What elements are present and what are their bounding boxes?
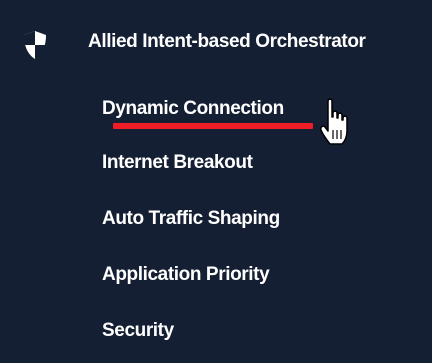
menu-header-title: Allied Intent-based Orchestrator xyxy=(88,31,366,52)
sidebar-menu: Allied Intent-based Orchestrator Dynamic… xyxy=(0,0,432,363)
highlight-underline xyxy=(113,123,313,129)
menu-item-dynamic-connection[interactable]: Dynamic Connection xyxy=(102,91,402,127)
screenshot-panel: Allied Intent-based Orchestrator Dynamic… xyxy=(0,0,448,363)
menu-item-application-priority[interactable]: Application Priority xyxy=(102,257,402,293)
hand-pointer-icon xyxy=(320,98,348,145)
menu-item-internet-breakout[interactable]: Internet Breakout xyxy=(102,145,402,181)
menu-item-security[interactable]: Security xyxy=(102,313,402,349)
shield-icon xyxy=(24,31,46,59)
menu-item-auto-traffic-shaping[interactable]: Auto Traffic Shaping xyxy=(102,201,402,237)
menu-header[interactable]: Allied Intent-based Orchestrator xyxy=(0,14,432,74)
